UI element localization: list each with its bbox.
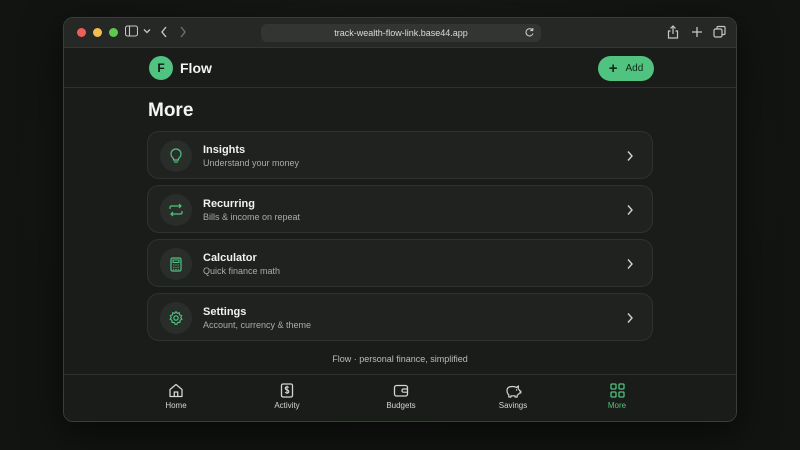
nav-savings[interactable]: Savings — [483, 383, 543, 410]
forward-icon[interactable] — [179, 25, 187, 39]
menu-item-insights[interactable]: Insights Understand your money — [147, 131, 653, 179]
new-tab-icon[interactable] — [691, 25, 703, 39]
home-icon — [168, 383, 184, 398]
window-controls — [77, 28, 118, 37]
chevron-right-icon — [626, 203, 634, 221]
menu-item-calculator[interactable]: Calculator Quick finance math — [147, 239, 653, 287]
nav-label: Budgets — [386, 401, 416, 410]
add-button-label: Add — [625, 63, 644, 74]
lightbulb-icon — [160, 140, 192, 172]
page-title: More — [148, 100, 194, 121]
menu-item-recurring[interactable]: Recurring Bills & income on repeat — [147, 185, 653, 233]
reload-icon[interactable] — [524, 27, 535, 40]
nav-budgets[interactable]: Budgets — [371, 383, 431, 410]
more-menu: Insights Understand your money Recurring… — [147, 131, 653, 347]
grid-icon — [609, 383, 625, 398]
app-header: F Flow + Add — [64, 48, 736, 88]
sidebar-toggle-icon[interactable] — [125, 25, 138, 37]
chevron-right-icon — [626, 311, 634, 329]
nav-home[interactable]: Home — [146, 383, 206, 410]
receipt-icon — [280, 383, 294, 398]
browser-window: track-wealth-flow-link.base44.app F Flow… — [63, 17, 737, 422]
menu-item-title: Recurring — [203, 198, 255, 210]
chevron-down-icon[interactable] — [143, 25, 151, 37]
gear-icon — [160, 302, 192, 334]
brand-name: Flow — [180, 60, 212, 76]
menu-item-subtitle: Account, currency & theme — [203, 320, 312, 330]
browser-toolbar: track-wealth-flow-link.base44.app — [64, 18, 736, 48]
menu-item-title: Insights — [203, 144, 246, 156]
plus-icon: + — [608, 59, 618, 77]
wallet-icon — [393, 383, 409, 398]
repeat-icon — [160, 194, 192, 226]
chevron-right-icon — [626, 149, 634, 167]
tabs-overview-icon[interactable] — [713, 25, 726, 39]
close-window-button[interactable] — [77, 28, 86, 37]
menu-item-title: Settings — [203, 306, 247, 318]
footer-tagline: Flow · personal finance, simplified — [332, 354, 468, 364]
app-logo[interactable]: F — [149, 56, 173, 80]
menu-item-subtitle: Bills & income on repeat — [203, 212, 301, 222]
menu-item-subtitle: Understand your money — [203, 158, 300, 168]
piggy-bank-icon — [504, 383, 522, 398]
minimize-window-button[interactable] — [93, 28, 102, 37]
app-content: F Flow + Add More Insights Understand yo… — [64, 48, 736, 421]
address-bar[interactable]: track-wealth-flow-link.base44.app — [261, 24, 541, 42]
add-button[interactable]: + Add — [598, 56, 654, 81]
nav-label: Home — [165, 401, 187, 410]
menu-item-title: Calculator — [203, 252, 257, 264]
nav-more[interactable]: More — [587, 383, 647, 410]
nav-activity[interactable]: Activity — [257, 383, 317, 410]
menu-item-subtitle: Quick finance math — [203, 266, 281, 276]
nav-label: Savings — [498, 401, 528, 410]
back-icon[interactable] — [160, 25, 168, 39]
nav-label: More — [607, 401, 627, 410]
calculator-icon — [160, 248, 192, 280]
menu-item-settings[interactable]: Settings Account, currency & theme — [147, 293, 653, 341]
url-text: track-wealth-flow-link.base44.app — [334, 28, 468, 38]
chevron-right-icon — [626, 257, 634, 275]
nav-label: Activity — [274, 401, 300, 410]
maximize-window-button[interactable] — [109, 28, 118, 37]
share-icon[interactable] — [667, 25, 679, 39]
bottom-navigation: Home Activity Budgets Savings More — [64, 374, 736, 421]
